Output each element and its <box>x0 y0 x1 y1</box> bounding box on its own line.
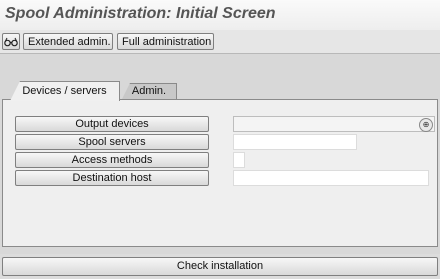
output-devices-field[interactable]: ⊕ <box>233 116 435 132</box>
extended-admin-button[interactable]: Extended admin. <box>23 33 113 50</box>
access-methods-field[interactable] <box>233 152 245 168</box>
main-area: Devices / servers Admin. Output devices … <box>0 54 440 254</box>
title-bar: Spool Administration: Initial Screen <box>0 0 440 31</box>
glasses-icon <box>4 37 18 47</box>
spool-servers-button[interactable]: Spool servers <box>15 134 209 150</box>
tab-panel: Output devices ⊕ Spool servers Access me… <box>2 99 438 247</box>
tab-devices-servers[interactable]: Devices / servers <box>10 81 120 101</box>
check-installation-button[interactable]: Check installation <box>2 257 438 276</box>
value-help-icon[interactable]: ⊕ <box>419 118 433 132</box>
display-change-button[interactable] <box>2 33 20 50</box>
access-methods-button[interactable]: Access methods <box>15 152 209 168</box>
application-toolbar: Extended admin. Full administration <box>0 30 440 54</box>
output-devices-button[interactable]: Output devices <box>15 116 209 132</box>
destination-host-button[interactable]: Destination host <box>15 170 209 186</box>
destination-host-field[interactable] <box>233 170 429 186</box>
spool-servers-field[interactable] <box>233 134 357 150</box>
tab-admin[interactable]: Admin. <box>122 83 177 99</box>
full-administration-button[interactable]: Full administration <box>117 33 214 50</box>
window-title: Spool Administration: Initial Screen <box>5 5 276 22</box>
